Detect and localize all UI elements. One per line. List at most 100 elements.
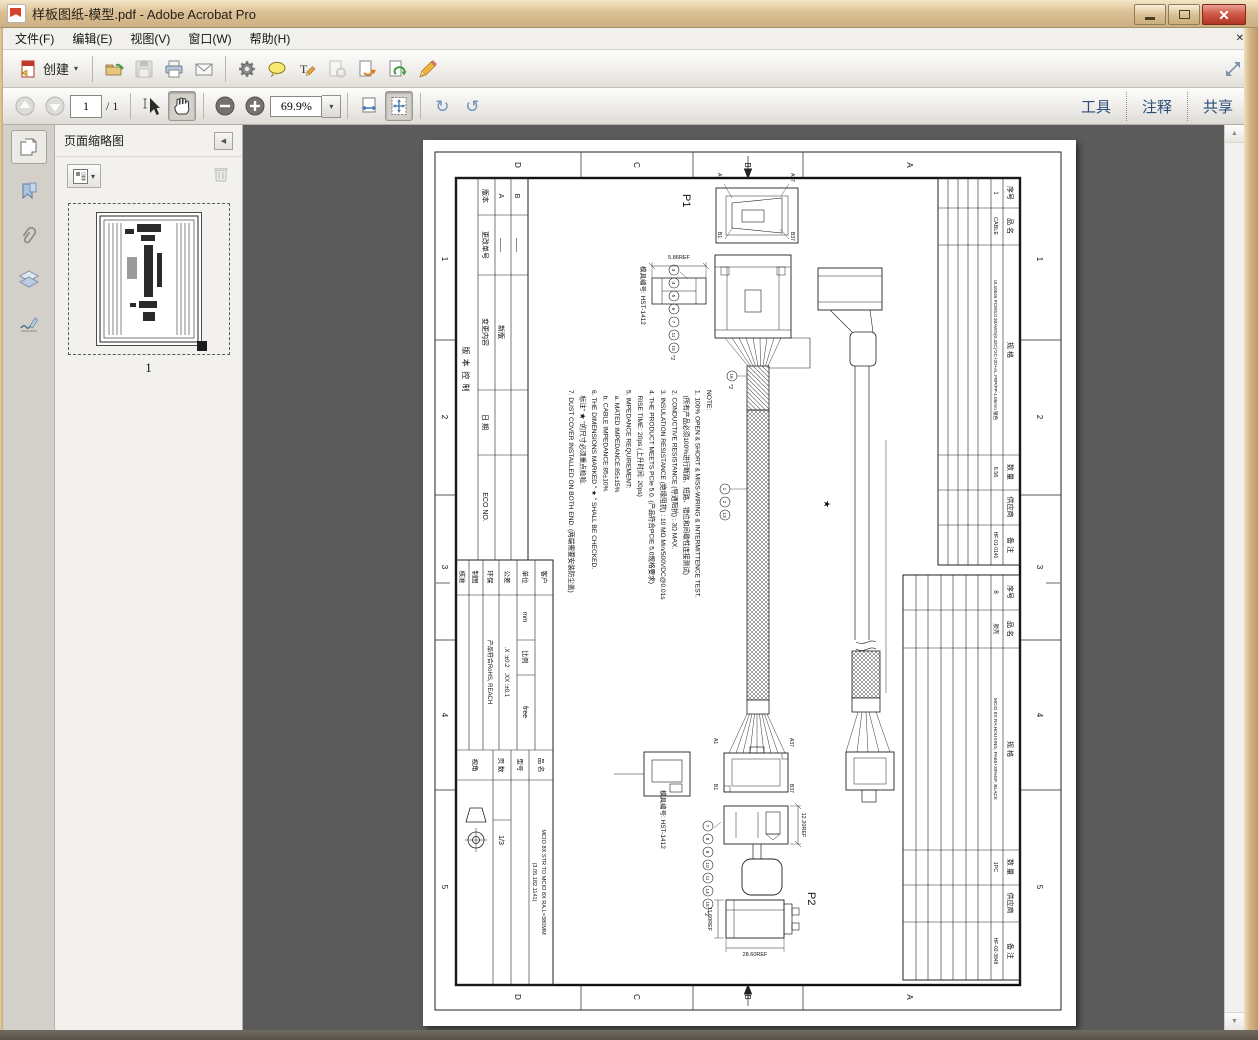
fit-width-button[interactable] <box>355 91 383 121</box>
preferences-button[interactable] <box>233 54 261 84</box>
panel-title: 页面缩略图 <box>64 132 124 149</box>
svg-text:品 名: 品 名 <box>1006 621 1015 637</box>
svg-text:5: 5 <box>670 295 676 298</box>
rotate-clockwise-button[interactable]: ↻ <box>428 91 456 121</box>
title-bar: 样板图纸-模型.pdf - Adobe Acrobat Pro <box>0 0 1258 28</box>
rotate-counterclockwise-button[interactable]: ↺ <box>458 91 486 121</box>
attachments-tab[interactable] <box>11 218 47 252</box>
hand-tool-button[interactable] <box>168 91 196 121</box>
bookmarks-tab[interactable] <box>11 174 47 208</box>
vertical-scrollbar[interactable]: ▲ ▼ <box>1224 125 1244 1030</box>
layers-icon <box>18 268 40 290</box>
signatures-tab[interactable] <box>11 306 47 340</box>
svg-text:B1: B1 <box>716 232 722 238</box>
export-pdf-button[interactable] <box>353 54 381 84</box>
minimize-button[interactable] <box>1134 4 1166 25</box>
delete-page-button[interactable] <box>323 54 351 84</box>
svg-text:28.60REF: 28.60REF <box>743 952 768 958</box>
svg-text:产品符合RoHS, REACH: 产品符合RoHS, REACH <box>486 640 494 704</box>
maximize-button[interactable] <box>1168 4 1200 25</box>
svg-text:新版: 新版 <box>497 325 506 339</box>
svg-text:胶壳: 胶壳 <box>992 623 1000 635</box>
share-pane-link[interactable]: 共享 <box>1187 92 1248 121</box>
main-toolbar: 创建 ▾ T <box>0 50 1258 88</box>
highlight-text-button[interactable]: T <box>293 54 321 84</box>
svg-text:——: —— <box>513 238 520 252</box>
fit-page-icon <box>388 95 410 117</box>
pencil-tool-button[interactable] <box>413 54 441 84</box>
svg-text:4: 4 <box>670 282 676 285</box>
save-button[interactable] <box>130 54 158 84</box>
print-button[interactable] <box>160 54 188 84</box>
menu-file[interactable]: 文件(F) <box>6 28 63 49</box>
previous-page-button[interactable] <box>11 91 39 121</box>
scroll-up-button[interactable]: ▲ <box>1225 125 1244 143</box>
window-border-bottom <box>0 1030 1258 1040</box>
zoom-out-button[interactable] <box>211 91 239 121</box>
trash-icon <box>212 165 230 183</box>
delete-thumbnail-button[interactable] <box>212 165 230 188</box>
thumbnail-page-number: 1 <box>145 360 152 376</box>
svg-text:MCIO 8X RA HOUSING, PA66+30%GF: MCIO 8X RA HOUSING, PA66+30%GF, BLACK <box>992 698 998 801</box>
select-tool-button[interactable] <box>138 91 166 121</box>
zoom-in-button[interactable] <box>241 91 269 121</box>
tools-pane-link[interactable]: 工具 <box>1066 92 1126 121</box>
fit-page-button[interactable] <box>385 91 413 121</box>
p1-assembly: P1 A37B37 A1B1 <box>639 173 810 368</box>
collapse-panel-button[interactable]: ◀ <box>214 132 233 150</box>
options-caret-icon: ▾ <box>91 172 95 181</box>
email-button[interactable] <box>190 54 218 84</box>
svg-text:(所有产品必须100%进行断路、短路、错位和间歇性连接测试): (所有产品必须100%进行断路、短路、错位和间歇性连接测试) <box>682 390 691 575</box>
thumbnail-image <box>96 212 202 346</box>
menu-edit[interactable]: 编辑(E) <box>63 28 121 49</box>
svg-text:A1: A1 <box>712 738 718 744</box>
svg-text:2. CONDUCTIVE RESISTANCE (导通阻抗: 2. CONDUCTIVE RESISTANCE (导通阻抗) : 3Ω MAX… <box>671 390 680 549</box>
toolbar-expand-button[interactable] <box>1219 54 1247 84</box>
thumbnails-panel: 页面缩略图 ◀ ▾ <box>55 125 243 1030</box>
svg-text:CABLE: CABLE <box>992 217 998 235</box>
document-pane[interactable]: 12345 12345 ABCD ABCD <box>243 125 1224 1030</box>
svg-text:1/3: 1/3 <box>497 835 504 845</box>
export-doc-icon <box>356 58 378 80</box>
email-icon <box>193 58 215 80</box>
svg-text:7: 7 <box>670 321 676 324</box>
svg-text:序号: 序号 <box>1006 186 1015 200</box>
svg-text:客户: 客户 <box>540 571 549 584</box>
notes-block: NOTE: 1. 100% OPEN & SHORT & MISS-WIRING… <box>567 390 712 600</box>
page-number-input[interactable] <box>70 95 102 118</box>
send-doc-icon <box>386 58 408 80</box>
zoom-out-icon <box>214 95 236 117</box>
comment-button[interactable] <box>263 54 291 84</box>
scroll-down-button[interactable]: ▼ <box>1225 1012 1244 1030</box>
layers-tab[interactable] <box>11 262 47 296</box>
next-page-button[interactable] <box>41 91 69 121</box>
svg-text:2: 2 <box>440 415 449 420</box>
svg-text:5: 5 <box>1035 885 1044 890</box>
menu-help[interactable]: 帮助(H) <box>241 28 300 49</box>
svg-text:备 注: 备 注 <box>1006 943 1015 959</box>
svg-text:*2: *2 <box>669 355 675 360</box>
svg-text:供应商: 供应商 <box>1006 893 1015 914</box>
open-button[interactable] <box>100 54 128 84</box>
comment-pane-link[interactable]: 注释 <box>1126 92 1187 121</box>
svg-text:A37: A37 <box>789 173 795 182</box>
zoom-level-value[interactable]: 69.9% <box>270 96 322 117</box>
hand-tool-icon <box>171 95 193 117</box>
svg-text:单位: 单位 <box>521 571 530 585</box>
send-file-button[interactable] <box>383 54 411 84</box>
svg-text:B: B <box>743 162 752 167</box>
scroll-down-icon: ▼ <box>1231 1018 1238 1025</box>
close-button[interactable] <box>1202 4 1246 25</box>
thumbnail-resize-handle[interactable] <box>197 341 207 351</box>
thumbnail-options-button[interactable]: ▾ <box>67 164 101 188</box>
zoom-dropdown-button[interactable]: ▾ <box>322 95 341 118</box>
svg-text:16: 16 <box>728 373 734 379</box>
svg-text:.X :±0.2 .XX :±0.1: .X :±0.2 .XX :±0.1 <box>503 647 509 698</box>
svg-text:mm: mm <box>521 612 528 623</box>
menu-view[interactable]: 视图(V) <box>121 28 179 49</box>
create-pdf-button[interactable]: 创建 ▾ <box>11 54 85 84</box>
page-thumbnails-tab[interactable] <box>11 130 47 164</box>
zoom-caret-icon: ▾ <box>329 102 333 111</box>
menu-window[interactable]: 窗口(W) <box>179 28 240 49</box>
thumbnail-page-1[interactable] <box>68 203 230 355</box>
